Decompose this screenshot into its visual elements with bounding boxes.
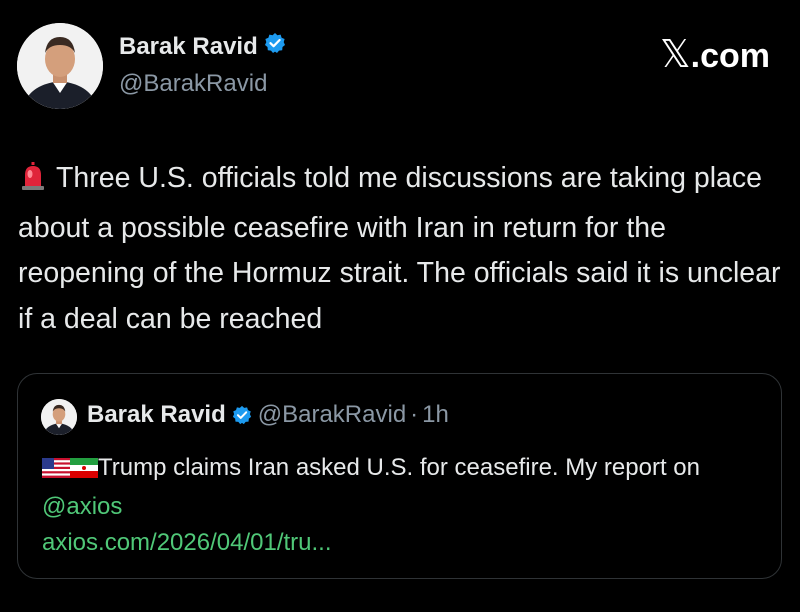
quoted-author-handle[interactable]: @BarakRavid (258, 401, 406, 429)
quoted-verified-badge-icon (232, 405, 252, 425)
verified-badge-icon (264, 32, 286, 61)
tweet-body: Three U.S. officials told me discussions… (18, 156, 788, 342)
quoted-tweet-text: Trump claims Iran asked U.S. for ceasefi… (98, 454, 700, 481)
quoted-author-name[interactable]: Barak Ravid (87, 401, 226, 429)
quoted-author-avatar[interactable] (41, 399, 77, 435)
x-icon: 𝕏 (660, 34, 691, 76)
us-flag-icon (42, 453, 70, 489)
author-handle[interactable]: @BarakRavid (119, 70, 267, 98)
quoted-timestamp[interactable]: 1h (422, 401, 449, 429)
siren-icon (18, 160, 48, 206)
quoted-tweet-card[interactable]: Barak Ravid @BarakRavid · 1h Trump claim… (17, 373, 782, 579)
separator-dot: · (410, 401, 419, 428)
x-logo: 𝕏 .com (660, 32, 770, 77)
author-avatar[interactable] (17, 23, 103, 109)
tweet-text: Three U.S. officials told me discussions… (18, 162, 781, 335)
quoted-header: Barak Ravid @BarakRavid · 1h (87, 401, 449, 429)
x-domain: .com (690, 37, 770, 75)
author-name[interactable]: Barak Ravid (119, 33, 258, 61)
iran-flag-icon (70, 453, 98, 489)
axios-mention-link[interactable]: @axios (42, 493, 122, 520)
author-name-row[interactable]: Barak Ravid (119, 32, 286, 61)
quoted-tweet-body: Trump claims Iran asked U.S. for ceasefi… (42, 450, 762, 561)
axios-article-link[interactable]: axios.com/2026/04/01/tru... (42, 529, 332, 556)
